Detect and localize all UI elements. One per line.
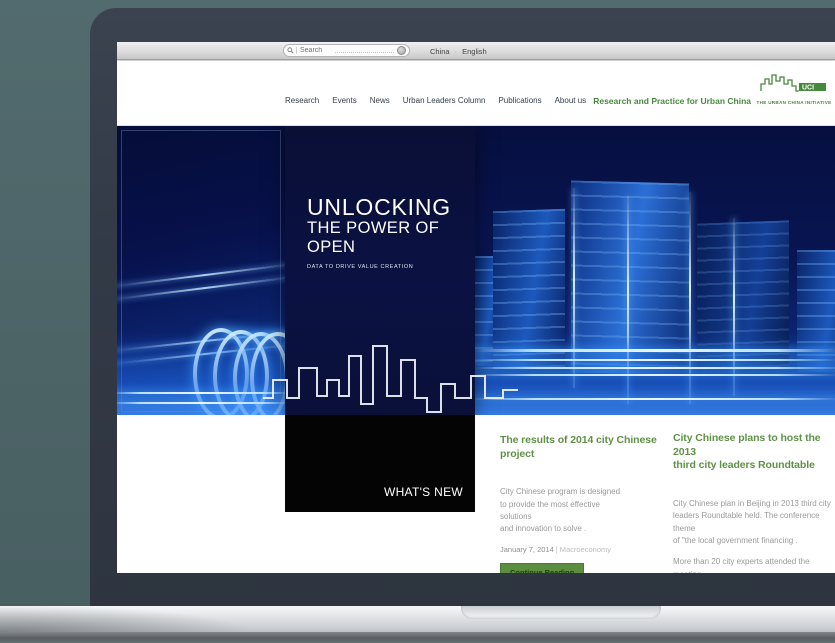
- hero-copy: UNLOCKING THE POWER OF OPEN DATA TO DRIV…: [307, 196, 475, 270]
- search-input[interactable]: [300, 47, 332, 54]
- nav-publications[interactable]: Publications: [498, 96, 541, 105]
- article-category[interactable]: Macroeconomy: [560, 545, 611, 554]
- laptop-base: [0, 606, 835, 632]
- language-english[interactable]: English: [462, 47, 487, 56]
- article-date: January 7, 2014: [500, 545, 554, 554]
- hero-subtitle: DATA TO DRIVE VALUE CREATION: [307, 264, 475, 270]
- hero-overlay-panel: UNLOCKING THE POWER OF OPEN DATA TO DRIV…: [285, 126, 475, 415]
- skyline-outline-icon: [263, 332, 519, 414]
- hero-title-line1: UNLOCKING: [307, 196, 475, 219]
- site-tagline: Research and Practice for Urban China: [593, 96, 751, 106]
- glow-overlay: [475, 331, 835, 415]
- light-streak: [475, 398, 835, 400]
- nav-about-us[interactable]: About us: [555, 96, 587, 105]
- desktop-background: China · English Research Events News Urb…: [0, 0, 835, 643]
- laptop-shadow: [0, 632, 835, 643]
- browser-chrome-bar: China · English: [117, 42, 835, 60]
- uci-logo[interactable]: UCI THE URBAN CHINA INITIATIVE: [756, 72, 832, 105]
- city-skyline-icon: UCI: [759, 72, 829, 94]
- logo-name: THE URBAN CHINA INITIATIVE: [756, 100, 832, 105]
- nav-urban-leaders-column[interactable]: Urban Leaders Column: [403, 96, 486, 105]
- hero-banner: UNLOCKING THE POWER OF OPEN DATA TO DRIV…: [117, 125, 835, 415]
- whats-new-panel: WHAT'S NEW: [285, 415, 475, 512]
- laptop-lid-notch: [461, 606, 661, 619]
- language-switcher: China · English: [430, 47, 487, 56]
- article-meta: January 7, 2014|Macroeconomy: [500, 545, 660, 554]
- base-curve-shadow: [0, 606, 310, 632]
- whats-new-heading: WHAT'S NEW: [384, 485, 463, 499]
- hero-title-line2: THE POWER OF OPEN: [307, 219, 475, 257]
- light-streak: [475, 367, 835, 369]
- light-streak: [475, 374, 835, 376]
- light-streak: [475, 359, 835, 361]
- article-excerpt: City Chinese plan in Beijing in 2013 thi…: [673, 498, 835, 548]
- nav-events[interactable]: Events: [332, 96, 356, 105]
- language-separator: ·: [455, 47, 458, 56]
- continue-reading-button[interactable]: Continue Reading: [500, 563, 584, 573]
- search-icon: [287, 47, 294, 54]
- light-streak: [117, 392, 285, 394]
- hero-photo-left: [117, 126, 285, 415]
- circle-button-icon[interactable]: [397, 46, 406, 55]
- language-china[interactable]: China: [430, 47, 450, 56]
- search-field[interactable]: [283, 44, 410, 57]
- light-streak: [117, 402, 285, 404]
- laptop-screen: China · English Research Events News Urb…: [117, 42, 835, 573]
- article-excerpt: More than 20 city experts attended the m…: [673, 556, 835, 573]
- nav-research[interactable]: Research: [285, 96, 319, 105]
- search-divider: [296, 47, 297, 54]
- article-title[interactable]: City Chinese plans to host the 2013 thir…: [673, 432, 835, 473]
- search-dotted-line: [335, 48, 394, 53]
- article-card: The results of 2014 city Chinese project…: [500, 434, 660, 573]
- hero-photo-right: [475, 126, 835, 415]
- light-streak: [475, 349, 835, 352]
- article-title[interactable]: The results of 2014 city Chinese project: [500, 434, 660, 461]
- site-header: Research Events News Urban Leaders Colum…: [117, 61, 835, 125]
- main-navigation: Research Events News Urban Leaders Colum…: [285, 96, 586, 105]
- nav-news[interactable]: News: [370, 96, 390, 105]
- article-card: City Chinese plans to host the 2013 thir…: [673, 432, 835, 573]
- svg-text:UCI: UCI: [802, 85, 814, 92]
- article-excerpt: City Chinese program is designed to prov…: [500, 486, 660, 536]
